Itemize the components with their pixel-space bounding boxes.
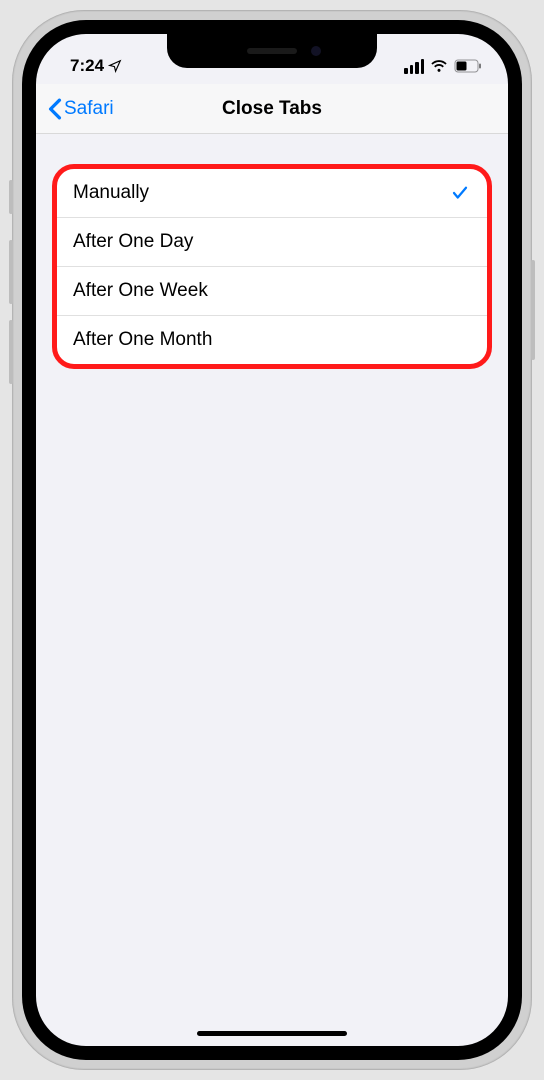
chevron-left-icon — [48, 98, 62, 120]
option-label: After One Day — [73, 231, 193, 253]
speaker — [247, 48, 297, 54]
cellular-signal-icon — [404, 59, 424, 74]
option-manually[interactable]: Manually — [57, 169, 487, 218]
close-tabs-options-group: Manually After One Day After One Week — [52, 164, 492, 369]
notch — [167, 34, 377, 68]
back-button[interactable]: Safari — [48, 98, 114, 120]
power-button — [531, 260, 535, 360]
battery-icon — [454, 59, 482, 73]
content-area: Manually After One Day After One Week — [36, 134, 508, 369]
front-camera — [311, 46, 321, 56]
option-label: Manually — [73, 182, 149, 204]
option-label: After One Month — [73, 329, 212, 351]
volume-up-button — [9, 240, 13, 304]
status-time: 7:24 — [70, 56, 104, 76]
back-label: Safari — [64, 98, 114, 120]
wifi-icon — [430, 59, 448, 73]
home-indicator[interactable] — [197, 1031, 347, 1036]
option-after-one-day[interactable]: After One Day — [57, 218, 487, 267]
volume-down-button — [9, 320, 13, 384]
device-frame: 7:24 — [12, 10, 532, 1070]
checkmark-icon — [451, 184, 469, 202]
screen: 7:24 — [36, 34, 508, 1046]
mute-switch — [9, 180, 13, 214]
location-icon — [108, 59, 122, 73]
option-label: After One Week — [73, 280, 208, 302]
option-after-one-month[interactable]: After One Month — [57, 316, 487, 364]
nav-bar: Safari Close Tabs — [36, 84, 508, 134]
option-after-one-week[interactable]: After One Week — [57, 267, 487, 316]
